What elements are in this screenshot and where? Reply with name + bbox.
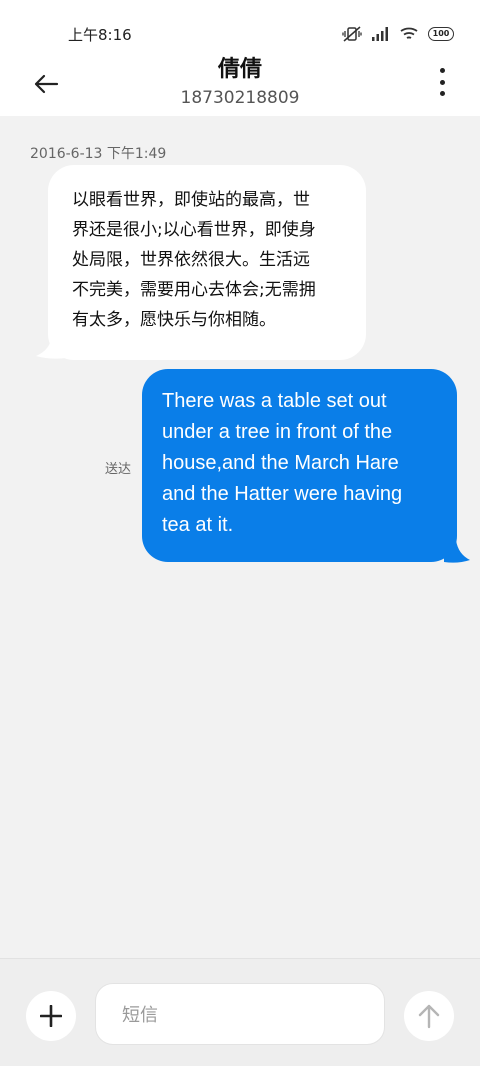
message-line: 处局限，世界依然很大。生活远 [72, 250, 310, 270]
outgoing-message-bubble[interactable]: There was a table set out under a tree i… [142, 369, 457, 562]
message-line: There was a table set out [162, 390, 387, 412]
message-input[interactable]: 短信 [95, 983, 385, 1045]
wifi-icon [400, 27, 418, 41]
more-vertical-icon [439, 68, 445, 73]
message-line: tea at it. [162, 514, 234, 536]
battery-icon: 100 [428, 27, 454, 41]
status-time: 上午8:16 [68, 26, 132, 44]
contact-title: 倩倩 18730218809 [0, 56, 480, 110]
message-line: 界还是很小;以心看世界，即使身 [72, 220, 316, 240]
status-bar: 上午8:16 100 [0, 0, 480, 56]
message-input-placeholder: 短信 [122, 1005, 158, 1026]
message-line: 不完美，需要用心去体会;无需拥 [72, 280, 316, 300]
attach-button[interactable] [26, 991, 76, 1041]
back-arrow-icon [34, 74, 59, 94]
mute-vibrate-icon [342, 25, 362, 43]
send-arrow-icon [418, 1004, 440, 1029]
send-button[interactable] [404, 991, 454, 1041]
conversation-header: 倩倩 18730218809 [0, 56, 480, 116]
back-button[interactable] [28, 66, 64, 102]
message-line: 有太多，愿快乐与你相随。 [72, 310, 276, 330]
message-line: house,and the March Hare [162, 452, 399, 474]
message-line: under a tree in front of the [162, 421, 393, 443]
signal-icon [372, 27, 390, 41]
message-timestamp: 2016-6-13 下午1:49 [30, 146, 167, 162]
incoming-message-bubble[interactable]: 以眼看世界，即使站的最高，世 界还是很小;以心看世界，即使身 处局限，世界依然很… [48, 165, 366, 360]
message-line: 以眼看世界，即使站的最高，世 [72, 190, 310, 210]
status-icons: 100 [342, 25, 454, 43]
contact-number: 18730218809 [180, 88, 300, 108]
plus-icon [40, 1005, 62, 1027]
message-line: and the Hatter were having [162, 483, 403, 505]
composer-bar: 短信 [0, 958, 480, 1066]
more-options-button[interactable] [432, 68, 452, 96]
delivery-status: 送达 [105, 462, 132, 477]
contact-name: 倩倩 [217, 57, 262, 82]
